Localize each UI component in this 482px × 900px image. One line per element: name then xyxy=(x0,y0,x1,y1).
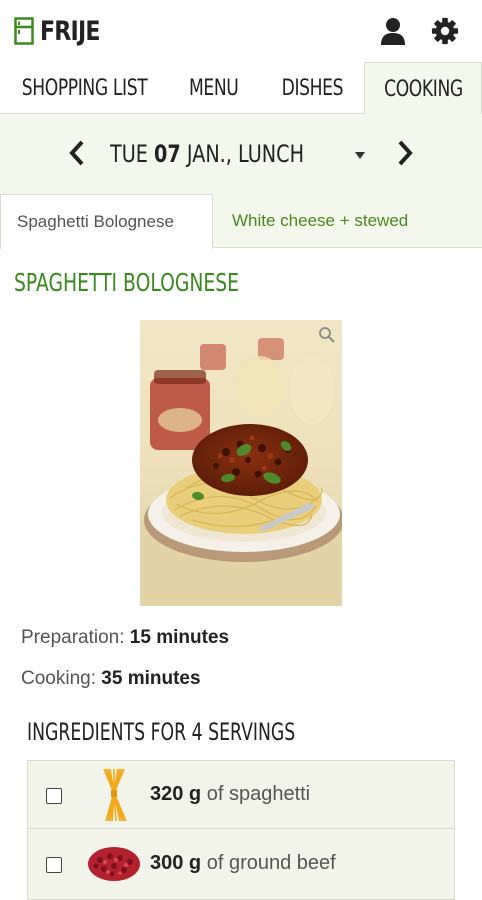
chevron-right-icon[interactable] xyxy=(394,138,416,168)
app-logo[interactable]: FRIJE xyxy=(14,14,113,48)
gear-icon[interactable] xyxy=(431,16,459,46)
ingredient-row[interactable]: 300 g of ground beef xyxy=(28,830,454,898)
recipe-title[interactable]: SPAGHETTI BOLOGNESE xyxy=(14,268,314,297)
recipe-title-text: SPAGHETTI BOLOGNESE xyxy=(14,268,240,297)
ingredient-qty: 300 g xyxy=(150,852,202,874)
dish-tab-label: White cheese + stewed xyxy=(232,211,409,230)
meal: LUNCH xyxy=(238,140,305,168)
date-meal-select[interactable]: TUE 07 JAN., LUNCH xyxy=(110,136,353,172)
tab-label: COOKING xyxy=(383,76,463,102)
day-name: TUE xyxy=(110,140,148,168)
ground-beef-icon xyxy=(88,847,140,881)
spaghetti-icon xyxy=(103,768,127,822)
ingredient-row[interactable]: 320 g of spaghetti xyxy=(28,761,454,829)
app-header: FRIJE xyxy=(0,0,482,62)
date-selector: TUE 07 JAN., LUNCH xyxy=(0,114,482,194)
fridge-icon xyxy=(14,17,34,45)
dish-tab-white-cheese[interactable]: White cheese + stewed xyxy=(216,194,424,248)
ingredient-name: of spaghetti xyxy=(206,783,311,805)
tab-cooking[interactable]: COOKING xyxy=(364,62,482,115)
ingredient-qty: 320 g xyxy=(150,783,202,805)
month: JAN., xyxy=(186,140,232,168)
dish-tab-label: Spaghetti Bolognese xyxy=(17,212,174,231)
app-title: FRIJE xyxy=(40,15,100,47)
caret-down-icon[interactable] xyxy=(355,152,365,159)
dish-tabs: Spaghetti Bolognese White cheese + stewe… xyxy=(0,194,482,249)
ingredient-checkbox[interactable] xyxy=(46,788,62,804)
ingredients-heading: INGREDIENTS FOR 4 SERVINGS xyxy=(27,718,400,746)
ingredient-name: of ground beef xyxy=(206,852,336,874)
chevron-left-icon[interactable] xyxy=(66,138,88,168)
ingredients-heading-text: INGREDIENTS FOR 4 SERVINGS xyxy=(27,718,296,746)
main-tabs: SHOPPING LIST MENU DISHES COOKING xyxy=(0,62,482,115)
tab-shopping-list[interactable]: SHOPPING LIST xyxy=(0,62,168,114)
ingredient-text: 300 g of ground beef xyxy=(150,852,336,875)
ingredient-text: 320 g of spaghetti xyxy=(150,783,310,806)
tab-label: DISHES xyxy=(281,75,343,101)
zoom-icon[interactable] xyxy=(318,326,336,344)
tab-label: MENU xyxy=(189,75,239,101)
ingredient-checkbox[interactable] xyxy=(46,857,62,873)
day-number: 07 xyxy=(154,140,181,168)
tab-menu[interactable]: MENU xyxy=(168,62,260,114)
tab-label: SHOPPING LIST xyxy=(21,75,147,101)
recipe-photo[interactable] xyxy=(140,320,342,606)
cook-value: 35 minutes xyxy=(101,668,201,689)
cook-label: Cooking: xyxy=(21,668,96,689)
prep-label: Preparation: xyxy=(21,627,125,648)
tab-dishes[interactable]: DISHES xyxy=(260,62,364,114)
preparation-time: Preparation: 15 minutes xyxy=(21,627,229,649)
prep-value: 15 minutes xyxy=(129,627,230,648)
cooking-time: Cooking: 35 minutes xyxy=(21,668,201,690)
ingredients-list: 320 g of spaghetti 300 g of ground beef xyxy=(27,760,455,900)
user-icon[interactable] xyxy=(379,16,407,46)
dish-tab-spaghetti-bolognese[interactable]: Spaghetti Bolognese xyxy=(0,194,213,249)
